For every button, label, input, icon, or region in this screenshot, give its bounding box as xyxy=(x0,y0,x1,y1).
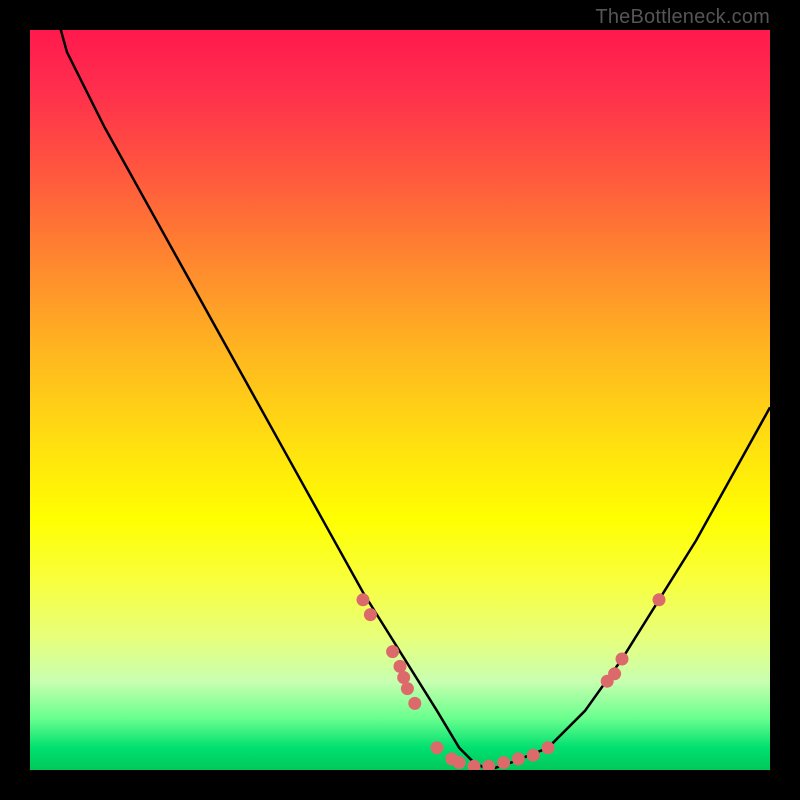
data-marker xyxy=(401,682,414,695)
data-marker xyxy=(497,756,510,769)
plot-area xyxy=(30,30,770,770)
data-marker xyxy=(527,749,540,762)
data-marker xyxy=(468,760,481,770)
data-marker xyxy=(397,671,410,684)
chart-container: TheBottleneck.com xyxy=(0,0,800,800)
data-marker xyxy=(482,760,495,770)
chart-svg xyxy=(30,30,770,770)
data-marker xyxy=(616,653,629,666)
data-marker xyxy=(453,756,466,769)
data-marker xyxy=(364,608,377,621)
watermark-text: TheBottleneck.com xyxy=(595,6,770,29)
data-marker xyxy=(408,697,421,710)
bottleneck-curve-path xyxy=(30,30,770,770)
data-marker xyxy=(653,593,666,606)
data-marker xyxy=(608,667,621,680)
data-marker xyxy=(357,593,370,606)
data-markers xyxy=(357,593,666,770)
data-marker xyxy=(394,660,407,673)
data-marker xyxy=(542,741,555,754)
data-marker xyxy=(431,741,444,754)
data-marker xyxy=(386,645,399,658)
curve-line xyxy=(30,30,770,770)
data-marker xyxy=(512,752,525,765)
